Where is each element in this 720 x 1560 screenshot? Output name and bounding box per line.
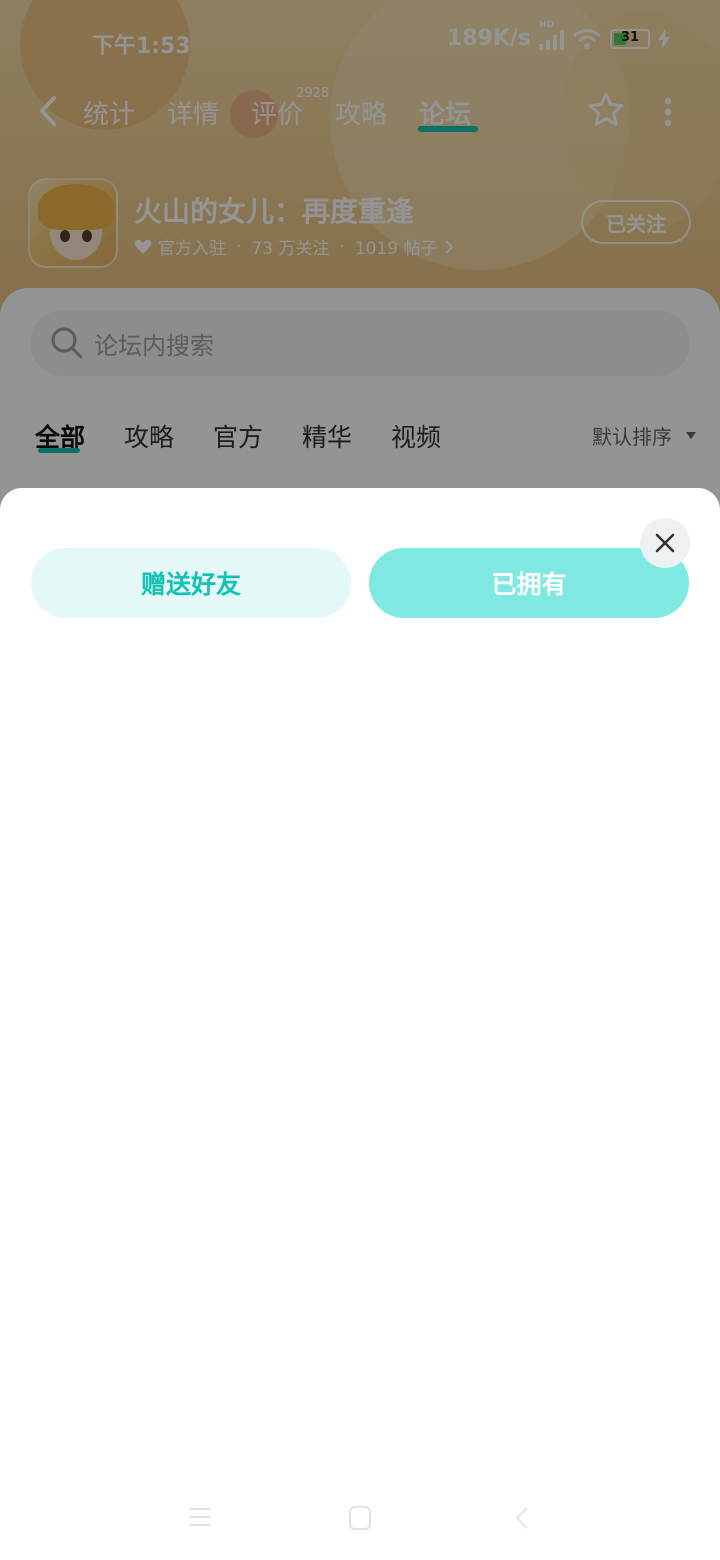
close-button[interactable] bbox=[640, 518, 690, 568]
home-icon[interactable] bbox=[349, 1506, 371, 1530]
menu-icon[interactable] bbox=[189, 1506, 211, 1528]
system-nav-bar bbox=[0, 1496, 720, 1544]
close-icon bbox=[655, 533, 675, 553]
back-nav-icon[interactable] bbox=[514, 1506, 530, 1530]
bottom-sheet: 赠送好友 已拥有 bbox=[0, 488, 720, 1560]
owned-button[interactable]: 已拥有 bbox=[369, 548, 689, 618]
gift-to-friend-button[interactable]: 赠送好友 bbox=[31, 548, 351, 618]
